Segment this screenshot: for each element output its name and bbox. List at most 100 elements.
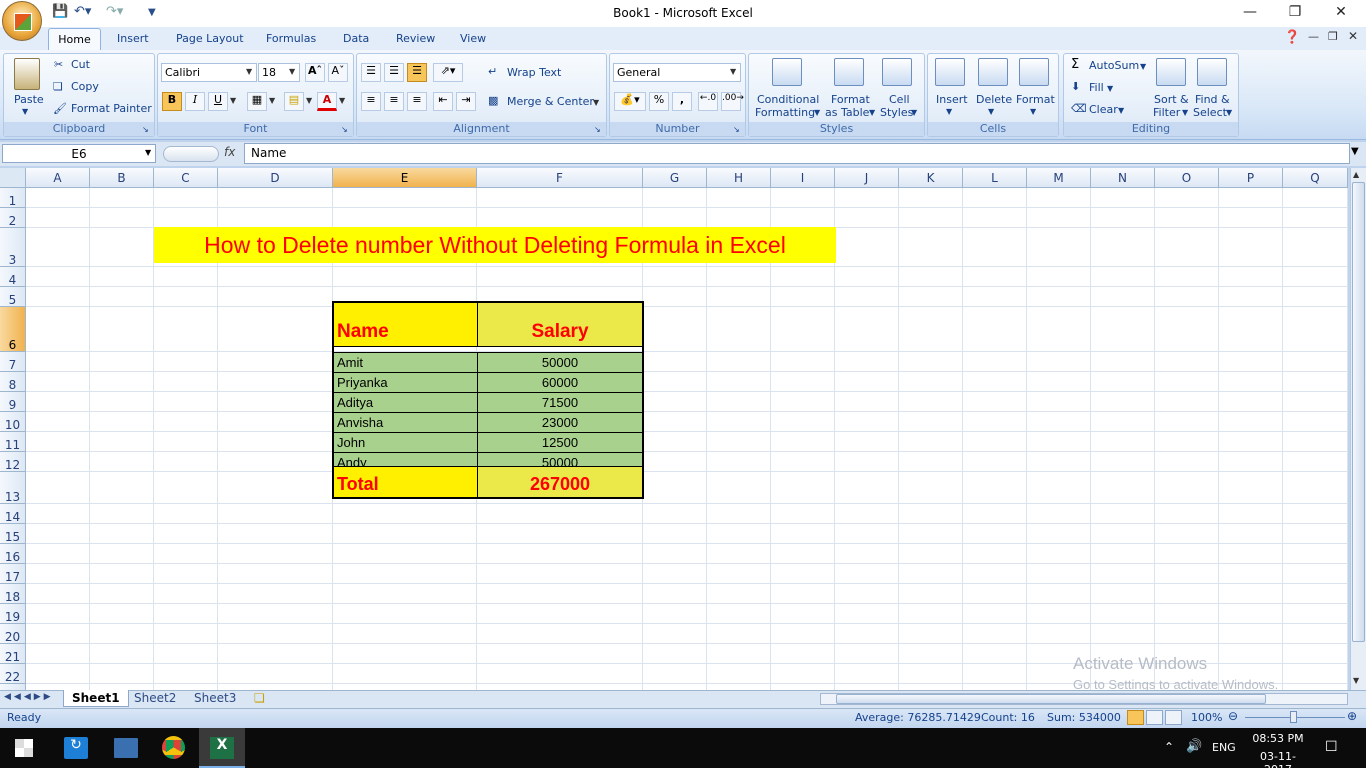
page-break-view-icon[interactable]	[1165, 710, 1182, 725]
borders-icon[interactable]: ▦	[247, 92, 267, 111]
font-color-icon[interactable]: A	[317, 92, 337, 111]
conditional-formatting-dropdown-icon[interactable]: ▼	[814, 108, 820, 117]
insert-sheet-icon[interactable]: ❏	[254, 691, 265, 705]
row-header-15[interactable]: 15	[0, 524, 26, 544]
ribbon-restore-icon[interactable]: ❐	[1328, 30, 1338, 43]
delete-cells-dropdown-icon[interactable]: ▼	[988, 107, 994, 116]
name-box[interactable]: E6	[2, 144, 156, 163]
scroll-up-icon[interactable]: ▲	[1353, 170, 1359, 179]
format-as-table-icon[interactable]	[834, 58, 864, 86]
number-launcher-icon[interactable]: ↘	[733, 125, 740, 134]
sheet-title-banner[interactable]: How to Delete number Without Deleting Fo…	[154, 227, 836, 263]
decrease-decimal-icon[interactable]: .00→	[721, 92, 744, 111]
autosum-dropdown-icon[interactable]: ▼	[1140, 62, 1146, 71]
cell-styles-label-2[interactable]: Styles	[880, 106, 913, 119]
align-middle-icon[interactable]: ☰	[384, 63, 404, 82]
decrease-indent-icon[interactable]: ⇤	[433, 92, 453, 111]
column-header-g[interactable]: G	[643, 168, 707, 188]
font-size-dropdown-icon[interactable]: ▼	[289, 67, 295, 76]
fill-color-dropdown-icon[interactable]: ▼	[306, 96, 312, 105]
scroll-down-icon[interactable]: ▼	[1353, 676, 1359, 685]
tab-home[interactable]: Home	[48, 28, 101, 51]
find-select-label-1[interactable]: Find &	[1195, 93, 1230, 106]
bold-button[interactable]: B	[162, 92, 182, 111]
row-header-12[interactable]: 12	[0, 452, 26, 472]
row-header-11[interactable]: 11	[0, 432, 26, 452]
header-salary-cell[interactable]: Salary	[477, 302, 643, 347]
name-box-dropdown-icon[interactable]: ▼	[145, 148, 151, 157]
insert-cells-icon[interactable]	[935, 58, 965, 86]
column-header-i[interactable]: I	[771, 168, 835, 188]
row-header-7[interactable]: 7	[0, 352, 26, 372]
conditional-formatting-label-2[interactable]: Formatting	[755, 106, 815, 119]
horizontal-scroll-thumb[interactable]	[836, 694, 1266, 704]
row-header-6[interactable]: 6	[0, 307, 26, 352]
font-name-box[interactable]: Calibri	[161, 63, 257, 82]
cell-styles-icon[interactable]	[882, 58, 912, 86]
sort-filter-label-1[interactable]: Sort &	[1154, 93, 1189, 106]
fill-color-icon[interactable]: ▤	[284, 92, 304, 111]
insert-function-button[interactable]: fx	[224, 145, 235, 159]
alignment-launcher-icon[interactable]: ↘	[594, 125, 601, 134]
clear-icon[interactable]: ⌫	[1071, 102, 1087, 115]
column-header-b[interactable]: B	[90, 168, 154, 188]
clear-dropdown-icon[interactable]: ▼	[1118, 106, 1124, 115]
row-header-13[interactable]: 13	[0, 472, 26, 504]
sort-filter-dropdown-icon[interactable]: ▼	[1182, 108, 1188, 117]
column-header-d[interactable]: D	[218, 168, 333, 188]
header-name-cell[interactable]: Name	[333, 302, 478, 347]
find-select-icon[interactable]	[1197, 58, 1227, 86]
column-header-n[interactable]: N	[1091, 168, 1155, 188]
row-header-16[interactable]: 16	[0, 544, 26, 564]
delete-cells-icon[interactable]	[978, 58, 1008, 86]
sort-filter-label-2[interactable]: Filter	[1153, 106, 1180, 119]
find-select-dropdown-icon[interactable]: ▼	[1226, 108, 1232, 117]
orientation-icon[interactable]: ⇗▾	[433, 63, 463, 82]
ribbon-minimize-icon[interactable]: —	[1308, 30, 1319, 43]
accounting-format-icon[interactable]: 💰▾	[614, 92, 646, 111]
number-format-dropdown-icon[interactable]: ▼	[730, 67, 736, 76]
column-header-l[interactable]: L	[963, 168, 1027, 188]
tab-data[interactable]: Data	[343, 32, 369, 45]
row-header-17[interactable]: 17	[0, 564, 26, 584]
shrink-font-icon[interactable]: Aˇ	[328, 63, 348, 82]
copy-button[interactable]: Copy	[71, 80, 99, 93]
row-header-3[interactable]: 3	[0, 228, 26, 267]
zoom-out-icon[interactable]: ⊖	[1228, 709, 1238, 723]
volume-icon[interactable]: 🔊	[1186, 739, 1202, 754]
italic-button[interactable]: I	[185, 92, 205, 111]
underline-dropdown-icon[interactable]: ▼	[230, 96, 236, 105]
column-header-a[interactable]: A	[26, 168, 90, 188]
format-cells-button[interactable]: Format	[1016, 93, 1055, 106]
minimize-icon[interactable]: —	[1235, 4, 1265, 20]
formula-input[interactable]: Name	[244, 143, 1350, 164]
zoom-in-icon[interactable]: ⊕	[1347, 709, 1357, 723]
select-all-button[interactable]	[0, 168, 26, 188]
clock-time[interactable]: 08:53 PM	[1250, 732, 1306, 745]
sheet-nav-icons[interactable]: ◀◀◀▶▶	[4, 692, 54, 702]
sheet-tab-2[interactable]: Sheet2	[126, 690, 184, 707]
chrome-icon[interactable]	[162, 736, 185, 759]
name-cell[interactable]: Priyanka	[333, 372, 478, 393]
wrap-text-button[interactable]: Wrap Text	[507, 66, 561, 79]
column-header-o[interactable]: O	[1155, 168, 1219, 188]
font-launcher-icon[interactable]: ↘	[341, 125, 348, 134]
excel-icon[interactable]: X	[210, 737, 234, 759]
row-header-1[interactable]: 1	[0, 188, 26, 208]
cell-styles-dropdown-icon[interactable]: ▼	[911, 108, 917, 117]
fill-button[interactable]: Fill	[1089, 81, 1104, 94]
salary-cell[interactable]: 50000	[477, 352, 643, 373]
language-indicator[interactable]: ENG	[1212, 741, 1236, 754]
worksheet-grid[interactable]: ABCDEFGHIJKLMNOPQ 1 2 3 4 5 6 7 8 9 10 11 12 13 14 15 1…	[0, 168, 1348, 690]
column-header-m[interactable]: M	[1027, 168, 1091, 188]
salary-cell[interactable]: 60000	[477, 372, 643, 393]
column-header-h[interactable]: H	[707, 168, 771, 188]
vertical-scrollbar[interactable]: ▲ ▼	[1350, 168, 1366, 690]
row-header-4[interactable]: 4	[0, 267, 26, 287]
close-icon[interactable]: ✕	[1326, 4, 1356, 20]
percent-style-button[interactable]: %	[649, 92, 669, 111]
help-icon[interactable]: ❓	[1284, 30, 1300, 45]
row-header-9[interactable]: 9	[0, 392, 26, 412]
page-layout-view-icon[interactable]	[1146, 710, 1163, 725]
sheet-tab-1[interactable]: Sheet1	[63, 690, 129, 707]
